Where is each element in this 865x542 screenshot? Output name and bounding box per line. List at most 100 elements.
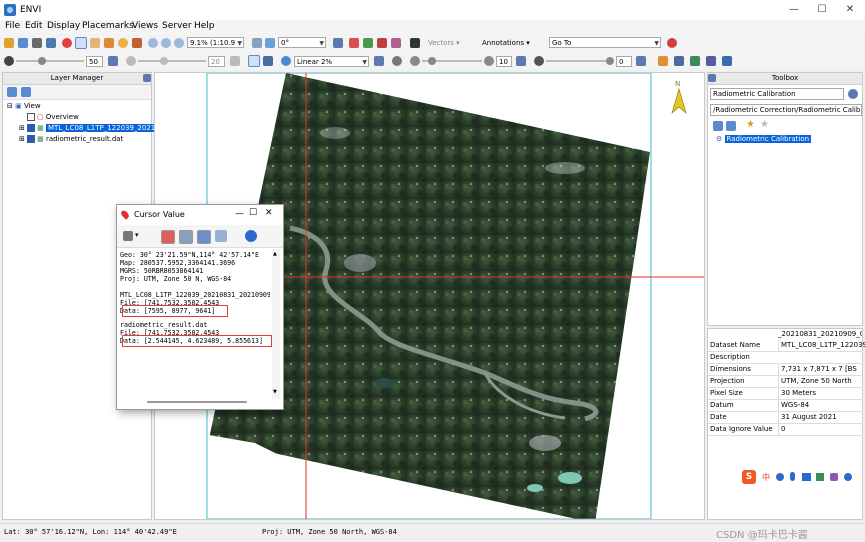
expand-icon[interactable]: [21, 87, 31, 97]
menu-views[interactable]: Views: [132, 21, 158, 31]
cursor-line: MGRS: 50RBR8053864141: [120, 267, 204, 275]
sharpen-reset-icon[interactable]: [516, 56, 526, 66]
fly-icon[interactable]: [104, 38, 114, 48]
help-icon[interactable]: [245, 230, 257, 242]
favorite-icon[interactable]: ★: [746, 119, 755, 130]
menu-edit[interactable]: Edit: [25, 21, 42, 31]
chart-icon[interactable]: [658, 56, 668, 66]
rotation-combo[interactable]: 0° ▼: [278, 37, 326, 48]
crosshair-toggle-icon[interactable]: [161, 230, 175, 244]
brightness-slider[interactable]: [16, 60, 84, 62]
unfavorite-icon[interactable]: ★: [760, 119, 769, 130]
fixed-zoom-icon[interactable]: [174, 38, 184, 48]
menu-file[interactable]: File: [5, 21, 20, 31]
blend-icon[interactable]: [722, 56, 732, 66]
point-icon[interactable]: [349, 38, 359, 48]
zoom-out-icon[interactable]: [161, 38, 171, 48]
sharpen-knob[interactable]: [428, 57, 436, 65]
ime-keyboard-icon[interactable]: [802, 473, 811, 481]
sogou-icon[interactable]: S: [742, 470, 756, 484]
select-tool-icon[interactable]: [75, 37, 87, 49]
zoom-in-icon[interactable]: [148, 38, 158, 48]
transparency-value[interactable]: 0: [616, 56, 632, 67]
tree-item-overview[interactable]: ▢ Overview: [27, 113, 79, 121]
rotate-left-icon[interactable]: [252, 38, 262, 48]
ime-chinese-mode[interactable]: 中: [762, 472, 770, 483]
contrast-reset-icon[interactable]: [230, 56, 240, 66]
contrast-value[interactable]: 20: [208, 56, 225, 67]
close-button[interactable]: ✕: [836, 2, 864, 18]
toolbox-result[interactable]: ⚙ Radiometric Calibration: [716, 135, 812, 143]
layout-icon[interactable]: [179, 230, 193, 244]
contrast-slider[interactable]: [138, 60, 206, 62]
vertex-icon[interactable]: [391, 38, 401, 48]
goto-icon[interactable]: [667, 38, 677, 48]
contrast-knob[interactable]: [160, 57, 168, 65]
ime-punct-icon[interactable]: [776, 473, 784, 481]
zoom-combo[interactable]: 9.1% (1:10.9 ▼: [187, 37, 244, 48]
sharpen-value[interactable]: 10: [496, 56, 512, 67]
tree-item-mtl[interactable]: ⊞ ▦ MTL_LC08_L1TP_122039_2021083: [19, 124, 171, 132]
toolbox-expand-icon[interactable]: [726, 121, 736, 131]
stretch-icon[interactable]: [248, 55, 260, 67]
menu-placemarks[interactable]: Placemarks: [82, 21, 134, 31]
settings-icon[interactable]: [215, 230, 227, 242]
toolbox-path[interactable]: /Radiometric Correction/Radiometric Cali…: [710, 104, 862, 116]
transparency-reset-icon[interactable]: [636, 56, 646, 66]
view-icon[interactable]: [32, 38, 42, 48]
cursor-scrollbar[interactable]: ▲ ▼: [272, 249, 280, 399]
data-manager-icon[interactable]: [18, 38, 28, 48]
layers-icon[interactable]: [46, 38, 56, 48]
reset-icon[interactable]: [108, 56, 118, 66]
pan-icon[interactable]: [90, 38, 100, 48]
tree-root-view[interactable]: ⊟ ▣ View: [7, 102, 41, 110]
grid-icon[interactable]: [197, 230, 211, 244]
brightness-value[interactable]: 50: [86, 56, 103, 67]
cursor-minimize-button[interactable]: —: [235, 209, 244, 219]
transparency-knob[interactable]: [606, 57, 614, 65]
vector-edit-icon[interactable]: [377, 38, 387, 48]
maximize-button[interactable]: ☐: [808, 2, 836, 18]
ime-voice-icon[interactable]: [790, 472, 795, 481]
menu-server[interactable]: Server: [162, 21, 192, 31]
copy-dropdown-icon[interactable]: ▾: [135, 231, 139, 239]
ime-tools-icon[interactable]: [830, 473, 838, 481]
histogram-icon[interactable]: [263, 56, 273, 66]
toolbox-search[interactable]: Radiometric Calibration: [710, 88, 844, 100]
scroll-up-icon[interactable]: ▲: [273, 251, 277, 257]
stretch-combo[interactable]: Linear 2% ▼: [294, 56, 369, 67]
cursor-hscrollbar[interactable]: [147, 401, 247, 403]
rotate-right-icon[interactable]: [265, 38, 275, 48]
collapse-icon[interactable]: [7, 87, 17, 97]
menu-display[interactable]: Display: [47, 21, 80, 31]
panel-pin-icon[interactable]: [143, 74, 151, 82]
cursor-maximize-button[interactable]: ☐: [249, 208, 257, 218]
vector-create-icon[interactable]: [363, 38, 373, 48]
toolbox-collapse-icon[interactable]: [713, 121, 723, 131]
vectors-menu[interactable]: Vectors ▾: [428, 39, 460, 47]
crosshair-icon[interactable]: [333, 38, 343, 48]
ime-menu-icon[interactable]: [844, 473, 852, 481]
tree-item-radiometric[interactable]: ⊞ ▦ radiometric_result.dat: [19, 135, 123, 143]
refresh-icon[interactable]: [848, 89, 858, 99]
minimize-button[interactable]: —: [780, 2, 808, 18]
goto-combo[interactable]: Go To ▼: [549, 37, 661, 48]
cursor-close-button[interactable]: ✕: [265, 208, 273, 218]
swipe-icon[interactable]: [690, 56, 700, 66]
portal-icon[interactable]: [674, 56, 684, 66]
join-icon[interactable]: [410, 38, 420, 48]
cursor-value-icon[interactable]: [62, 38, 72, 48]
ime-skin-icon[interactable]: [816, 473, 824, 481]
transparency-slider[interactable]: [546, 60, 606, 62]
rotate-icon[interactable]: [118, 38, 128, 48]
copy-icon[interactable]: [123, 231, 133, 241]
brightness-knob[interactable]: [38, 57, 46, 65]
toolbox-pin-icon[interactable]: [708, 74, 716, 82]
menu-help[interactable]: Help: [194, 21, 215, 31]
stretch-reset-icon[interactable]: [374, 56, 384, 66]
flicker-icon[interactable]: [706, 56, 716, 66]
open-icon[interactable]: [4, 38, 14, 48]
hand-icon[interactable]: [132, 38, 142, 48]
scroll-down-icon[interactable]: ▼: [273, 389, 277, 395]
annotations-menu[interactable]: Annotations ▾: [482, 39, 530, 47]
